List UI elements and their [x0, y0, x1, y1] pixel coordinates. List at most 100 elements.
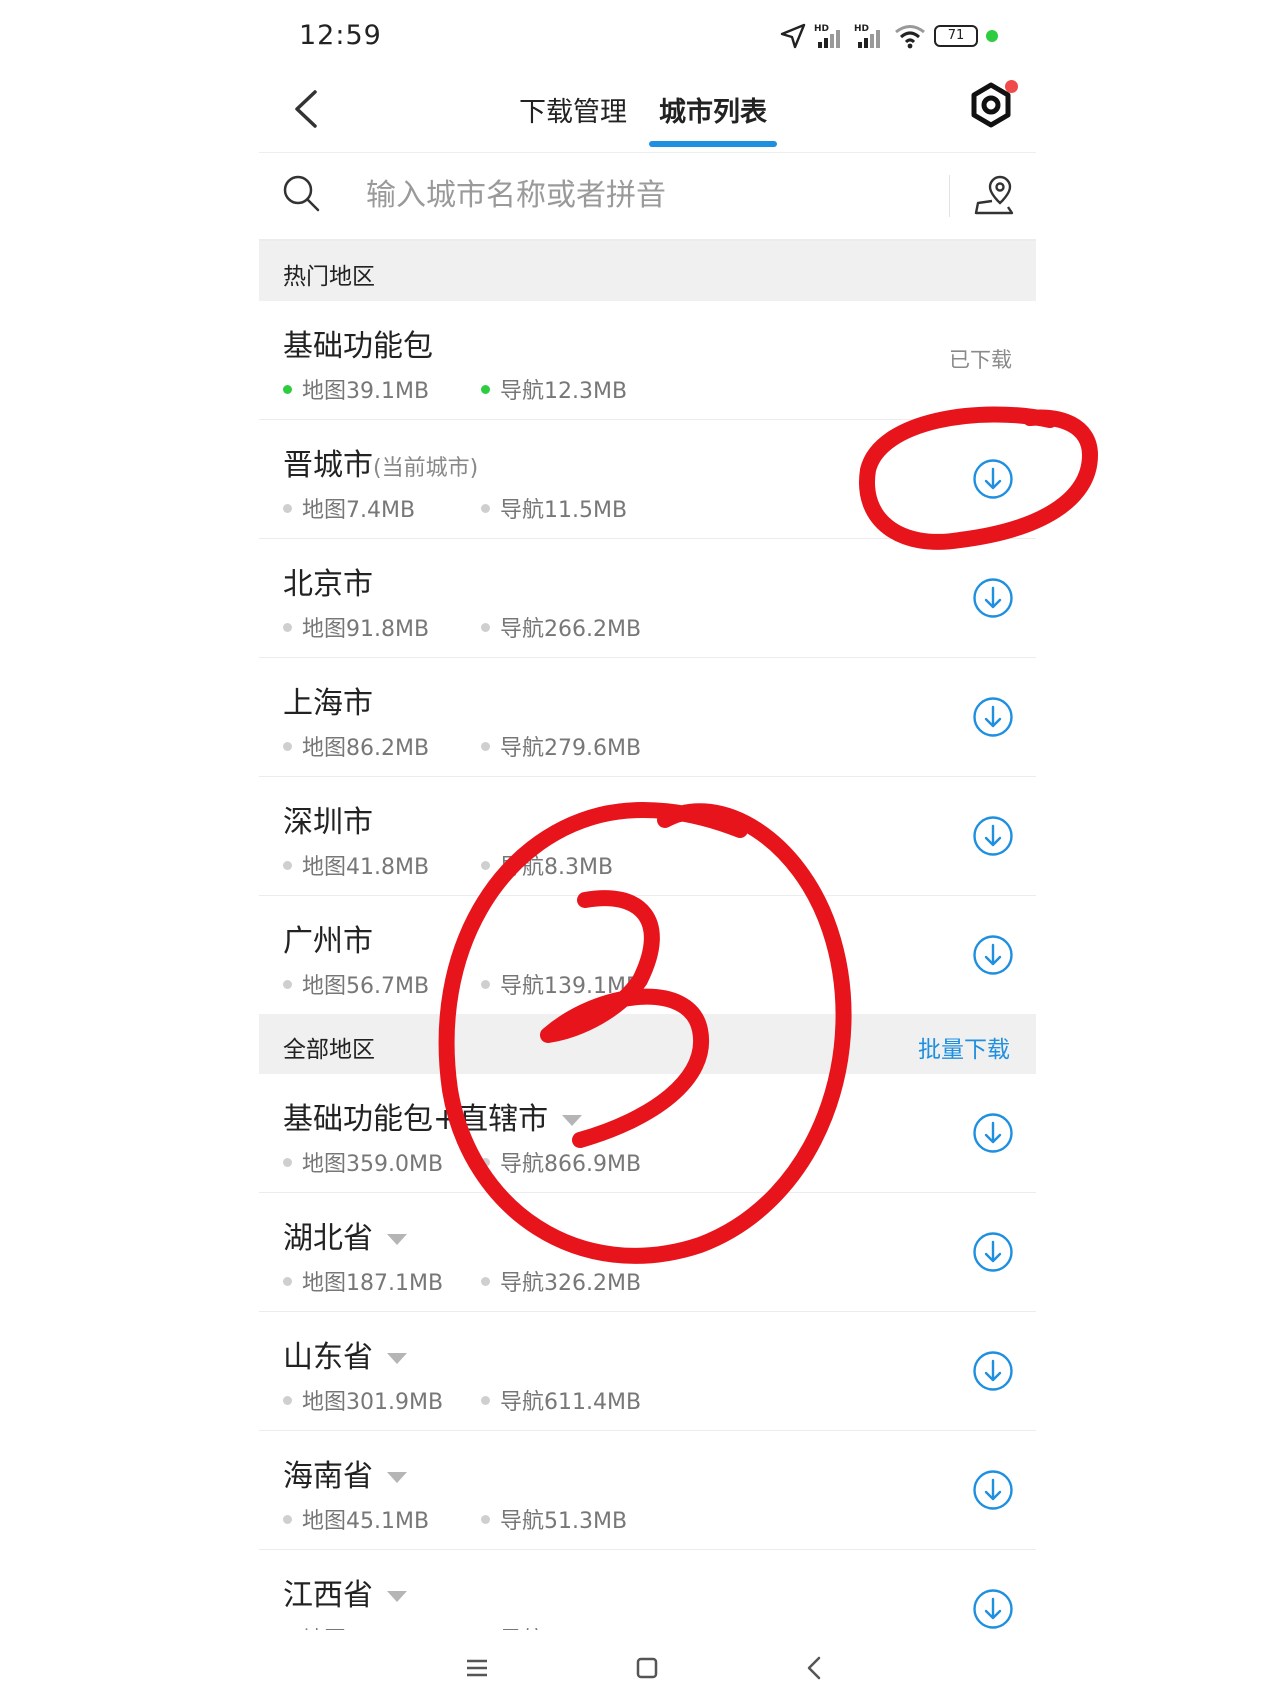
status-dot [986, 30, 998, 42]
region-name-text: 江西省 [283, 1578, 373, 1613]
list-item[interactable]: 海南省 地图45.1MB 导航51.3MB [259, 1431, 1036, 1550]
section-hot-title: 热门地区 [283, 264, 375, 290]
download-icon[interactable] [972, 815, 1014, 857]
city-meta: 地图56.7MB 导航139.1MB [283, 968, 641, 1000]
status-dot [481, 979, 490, 989]
region-name-text: 山东省 [283, 1340, 373, 1375]
region-meta: 地图359.0MB 导航866.9MB [283, 1146, 641, 1178]
city-meta: 地图7.4MB 导航11.5MB [283, 492, 627, 524]
chevron-down-icon[interactable] [387, 1234, 407, 1245]
region-name-text: 湖北省 [283, 1221, 373, 1256]
nav-size: 导航8.3MB [500, 855, 614, 880]
signal-icon: HD [814, 24, 840, 48]
status-time: 12:59 [299, 20, 382, 51]
tab-download-manage[interactable]: 下载管理 [519, 90, 627, 139]
map-size: 地图39.1MB [302, 379, 430, 404]
nav-size: 导航51.3MB [500, 1509, 628, 1534]
region-meta: 地图187.1MB 导航326.2MB [283, 1265, 641, 1297]
map-size: 地图301.9MB [302, 1390, 444, 1415]
map-location-icon[interactable] [972, 173, 1016, 217]
status-dot [283, 503, 292, 513]
city-meta: 地图91.8MB 导航266.2MB [283, 611, 641, 643]
region-name: 基础功能包+直辖市 [283, 1094, 583, 1138]
list-item[interactable]: 深圳市 地图41.8MB 导航8.3MB [259, 777, 1036, 896]
list-item[interactable]: 北京市 地图91.8MB 导航266.2MB [259, 539, 1036, 658]
nav-size: 导航139.1MB [500, 974, 642, 999]
region-meta: 地图301.9MB 导航611.4MB [283, 1384, 641, 1416]
download-icon[interactable] [972, 1350, 1014, 1392]
status-dot [481, 860, 490, 870]
city-meta: 地图86.2MB 导航279.6MB [283, 730, 641, 762]
map-size: 地图91.8MB [302, 617, 430, 642]
list-item[interactable]: 江西省 地图125.2MB 导航208.6MB [259, 1550, 1036, 1632]
city-name-text: 深圳市 [283, 805, 373, 840]
status-dot [283, 1157, 292, 1167]
nav-size: 导航11.5MB [500, 498, 628, 523]
city-name: 基础功能包 [283, 321, 433, 365]
battery-icon: 71 [934, 25, 978, 47]
nav-size: 导航611.4MB [500, 1390, 642, 1415]
list-item[interactable]: 基础功能包+直辖市 地图359.0MB 导航866.9MB [259, 1074, 1036, 1193]
list-item[interactable]: 广州市 地图56.7MB 导航139.1MB [259, 896, 1036, 1014]
download-icon[interactable] [972, 458, 1014, 500]
wifi-icon [895, 25, 925, 49]
chevron-down-icon[interactable] [387, 1353, 407, 1364]
city-name: 晋城市(当前城市) [283, 440, 478, 484]
region-name-text: 海南省 [283, 1459, 373, 1494]
list-item[interactable]: 上海市 地图86.2MB 导航279.6MB [259, 658, 1036, 777]
back-arrow-icon[interactable] [285, 84, 329, 134]
chevron-down-icon[interactable] [387, 1591, 407, 1602]
back-nav-icon[interactable] [797, 1650, 833, 1686]
list-item[interactable]: 晋城市(当前城市) 地图7.4MB 导航11.5MB [259, 420, 1036, 539]
top-header: 下载管理 城市列表 [259, 70, 1036, 153]
home-icon[interactable] [629, 1650, 665, 1686]
city-name: 上海市 [283, 678, 373, 722]
download-icon[interactable] [972, 696, 1014, 738]
download-icon[interactable] [972, 577, 1014, 619]
city-name: 北京市 [283, 559, 373, 603]
svg-text:HD: HD [854, 24, 869, 34]
search-divider [949, 175, 950, 217]
city-name: 广州市 [283, 916, 373, 960]
map-size: 地图86.2MB [302, 736, 430, 761]
nav-size: 导航12.3MB [500, 379, 628, 404]
menu-icon[interactable] [459, 1650, 495, 1686]
download-icon[interactable] [972, 1231, 1014, 1273]
city-name-text: 上海市 [283, 686, 373, 721]
status-dot [283, 622, 292, 632]
nav-size: 导航279.6MB [500, 736, 642, 761]
batch-download-button[interactable]: 批量下载 [918, 1030, 1010, 1064]
status-dot [481, 384, 490, 394]
status-dot [481, 503, 490, 513]
status-dot [481, 741, 490, 751]
system-nav-bar [259, 1630, 1036, 1706]
map-size: 地图187.1MB [302, 1271, 444, 1296]
chevron-down-icon[interactable] [562, 1115, 583, 1126]
list-item[interactable]: 湖北省 地图187.1MB 导航326.2MB [259, 1193, 1036, 1312]
status-dot [481, 1157, 490, 1167]
map-size: 地图7.4MB [302, 498, 416, 523]
status-dot [283, 384, 292, 394]
status-dot [283, 1514, 292, 1524]
download-icon[interactable] [972, 934, 1014, 976]
status-dot [283, 1395, 292, 1405]
city-name-text: 北京市 [283, 567, 373, 602]
map-size: 地图359.0MB [302, 1152, 444, 1177]
list-item[interactable]: 基础功能包 地图39.1MB 导航12.3MB 已下载 [259, 301, 1036, 420]
location-icon [780, 23, 806, 49]
chevron-down-icon[interactable] [387, 1472, 407, 1483]
region-name: 江西省 [283, 1570, 407, 1614]
download-icon[interactable] [972, 1469, 1014, 1511]
tab-city-list[interactable]: 城市列表 [649, 90, 777, 147]
list-item[interactable]: 山东省 地图301.9MB 导航611.4MB [259, 1312, 1036, 1431]
status-dot [283, 860, 292, 870]
city-name-text: 基础功能包 [283, 329, 433, 364]
city-meta: 地图39.1MB 导航12.3MB [283, 373, 627, 405]
settings-badge [1005, 80, 1018, 93]
download-icon[interactable] [972, 1112, 1014, 1154]
map-size: 地图41.8MB [302, 855, 430, 880]
download-icon[interactable] [972, 1588, 1014, 1630]
search-input[interactable] [364, 169, 928, 221]
status-dot [481, 622, 490, 632]
map-size: 地图45.1MB [302, 1509, 430, 1534]
